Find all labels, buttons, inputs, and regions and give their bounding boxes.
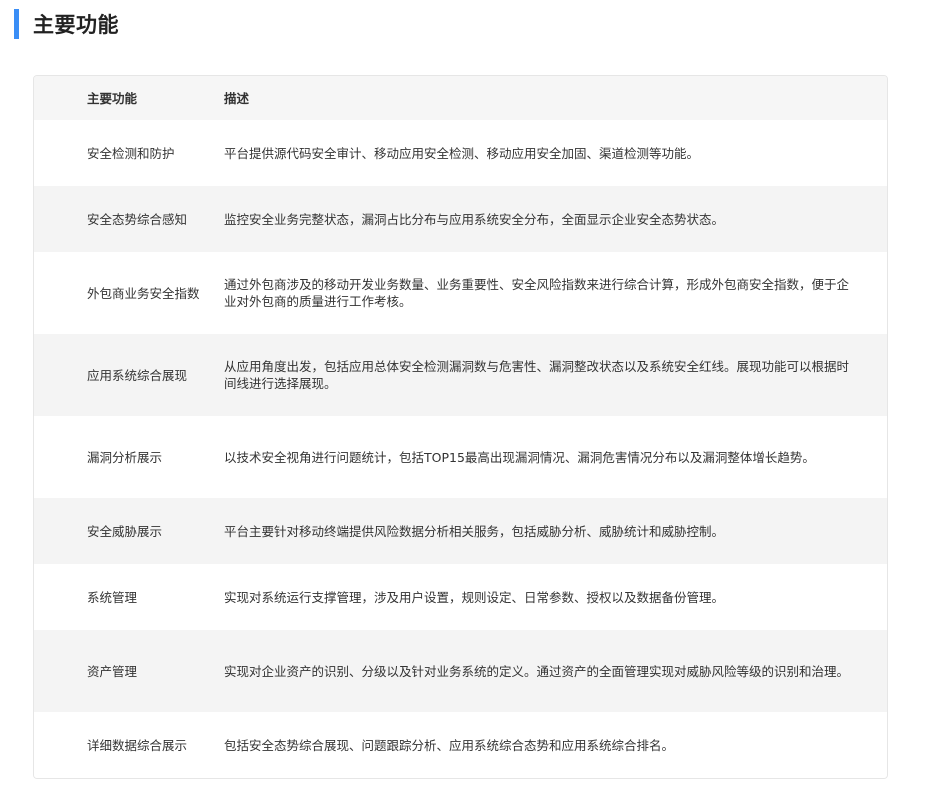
feature-name: 安全态势综合感知: [34, 186, 224, 252]
feature-name: 应用系统综合展现: [34, 334, 224, 416]
table-row: 外包商业务安全指数 通过外包商涉及的移动开发业务数量、业务重要性、安全风险指数来…: [34, 252, 887, 334]
feature-desc: 实现对系统运行支撑管理，涉及用户设置，规则设定、日常参数、授权以及数据备份管理。: [224, 564, 887, 630]
feature-name: 漏洞分析展示: [34, 416, 224, 498]
table-row: 漏洞分析展示 以技术安全视角进行问题统计，包括TOP15最高出现漏洞情况、漏洞危…: [34, 416, 887, 498]
feature-desc: 包括安全态势综合展现、问题跟踪分析、应用系统综合态势和应用系统综合排名。: [224, 712, 887, 778]
table-row: 安全检测和防护 平台提供源代码安全审计、移动应用安全检测、移动应用安全加固、渠道…: [34, 120, 887, 186]
feature-desc: 平台提供源代码安全审计、移动应用安全检测、移动应用安全加固、渠道检测等功能。: [224, 120, 887, 186]
accent-bar: [14, 9, 19, 39]
feature-desc: 实现对企业资产的识别、分级以及针对业务系统的定义。通过资产的全面管理实现对威胁风…: [224, 630, 887, 712]
feature-name: 安全检测和防护: [34, 120, 224, 186]
table-row: 系统管理 实现对系统运行支撑管理，涉及用户设置，规则设定、日常参数、授权以及数据…: [34, 564, 887, 630]
column-header-desc: 描述: [224, 76, 887, 120]
table-row: 应用系统综合展现 从应用角度出发，包括应用总体安全检测漏洞数与危害性、漏洞整改状…: [34, 334, 887, 416]
feature-desc: 平台主要针对移动终端提供风险数据分析相关服务，包括威胁分析、威胁统计和威胁控制。: [224, 498, 887, 564]
feature-desc: 通过外包商涉及的移动开发业务数量、业务重要性、安全风险指数来进行综合计算，形成外…: [224, 252, 887, 334]
table-header-row: 主要功能 描述: [34, 76, 887, 120]
section-heading: 主要功能: [14, 8, 119, 40]
feature-desc: 以技术安全视角进行问题统计，包括TOP15最高出现漏洞情况、漏洞危害情况分布以及…: [224, 416, 887, 498]
features-table: 主要功能 描述 安全检测和防护 平台提供源代码安全审计、移动应用安全检测、移动应…: [33, 75, 888, 779]
column-header-name: 主要功能: [34, 76, 224, 120]
table-row: 安全威胁展示 平台主要针对移动终端提供风险数据分析相关服务，包括威胁分析、威胁统…: [34, 498, 887, 564]
feature-name: 外包商业务安全指数: [34, 252, 224, 334]
table-row: 资产管理 实现对企业资产的识别、分级以及针对业务系统的定义。通过资产的全面管理实…: [34, 630, 887, 712]
feature-name: 详细数据综合展示: [34, 712, 224, 778]
feature-name: 资产管理: [34, 630, 224, 712]
table-row: 安全态势综合感知 监控安全业务完整状态，漏洞占比分布与应用系统安全分布，全面显示…: [34, 186, 887, 252]
table-row: 详细数据综合展示 包括安全态势综合展现、问题跟踪分析、应用系统综合态势和应用系统…: [34, 712, 887, 778]
feature-name: 安全威胁展示: [34, 498, 224, 564]
section-title: 主要功能: [33, 13, 119, 37]
feature-desc: 从应用角度出发，包括应用总体安全检测漏洞数与危害性、漏洞整改状态以及系统安全红线…: [224, 334, 887, 416]
feature-name: 系统管理: [34, 564, 224, 630]
feature-desc: 监控安全业务完整状态，漏洞占比分布与应用系统安全分布，全面显示企业安全态势状态。: [224, 186, 887, 252]
